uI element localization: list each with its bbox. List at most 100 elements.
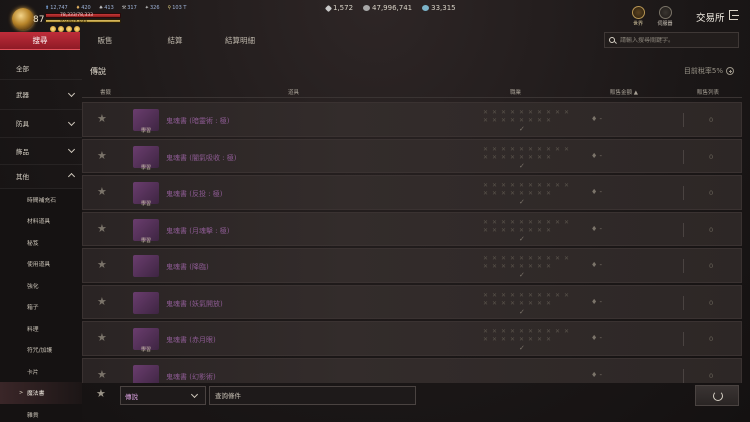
chevron-right-icon: > — [19, 389, 24, 396]
grade-select[interactable]: 傳說 — [120, 386, 206, 405]
class-icon: ✕ — [519, 328, 525, 335]
sidebar-subitem[interactable]: 強化 — [0, 274, 82, 296]
sidebar-item-weapon[interactable]: 武器 — [0, 80, 82, 110]
listing-count: 0 — [709, 116, 714, 124]
class-icon: ✕ — [501, 190, 507, 197]
class-icon: ✕ — [555, 328, 561, 335]
class-icon: ✕ — [492, 153, 498, 161]
sidebar-subitem-active[interactable]: > 魔法書 — [0, 382, 82, 404]
sidebar-item-label: 武器 — [16, 91, 29, 99]
level-emblem-icon — [12, 8, 34, 30]
sidebar-subitem[interactable]: 符咒/加護 — [0, 339, 82, 361]
sidebar-item-armor[interactable]: 防具 — [0, 110, 82, 138]
class-icon: ✕ — [510, 291, 516, 299]
class-icons: ✕ ✕ ✕ ✕ ✕ ✕ ✕ ✕ ✕ ✕ ✕ ✕ ✕ ✕ ✕ ✕ ✕ ✕ — [483, 183, 578, 197]
sidebar-subitem[interactable]: 卡片 — [0, 360, 82, 382]
price-cell: ♦ - — [591, 261, 603, 269]
info-plus-icon[interactable] — [726, 67, 734, 75]
world-button[interactable]: 世界 — [629, 6, 647, 30]
listing-count: 0 — [709, 225, 714, 234]
class-icon: ✕ — [492, 255, 498, 262]
class-icon: ✕ — [501, 145, 507, 153]
exit-icon[interactable] — [729, 10, 739, 20]
star-icon[interactable]: ★ — [97, 149, 107, 162]
sidebar-subitem[interactable]: 箱子 — [0, 296, 82, 318]
server-button[interactable]: 伺服器 — [654, 6, 676, 30]
tab-sell[interactable]: 販售 — [80, 32, 130, 50]
sidebar-subitem[interactable]: 使用道具 — [0, 253, 82, 275]
table-row[interactable]: ★ 學習 鬼魂書 (赤月眼) ✕ ✕ ✕ ✕ ✕ ✕ ✕ ✕ ✕ ✕ ✕ ✕ ✕ ✕ ✕ ✕ ✕ ✕ ✓ ♦ -… — [82, 321, 742, 356]
class-icon: ✕ — [537, 328, 543, 335]
price-cell: ♦ - — [591, 115, 603, 123]
star-icon[interactable]: ★ — [97, 185, 107, 198]
sidebar-subitem[interactable]: 時間補充石 — [0, 188, 82, 210]
class-icon: ✕ — [537, 109, 543, 116]
class-icon: ✕ — [564, 109, 570, 116]
class-icon: ✕ — [537, 291, 543, 299]
column-header-class[interactable]: 職業 — [510, 88, 521, 96]
column-header-bookmark[interactable]: 書籤 — [100, 88, 111, 96]
sidebar-subitem[interactable]: 秘笈 — [0, 231, 82, 253]
table-row[interactable]: ★ 鬼魂書 (降臨) ✕ ✕ ✕ ✕ ✕ ✕ ✕ ✕ ✕ ✕ ✕ ✕ ✕ ✕ ✕ ✕ ✕ ✕ ✓ ♦ - 0 — [82, 248, 742, 283]
price-cell: ♦ - — [591, 151, 603, 160]
class-icon: ✕ — [501, 226, 507, 234]
class-icon: ✕ — [492, 145, 498, 153]
book-label: 學習 — [141, 128, 152, 134]
table-row[interactable]: ★ 學習 鬼魂書 (月魂擊 : 極) ✕ ✕ ✕ ✕ ✕ ✕ ✕ ✕ ✕ ✕ ✕ ✕ ✕ ✕ ✕ ✕ ✕ ✕ ✓… — [82, 211, 742, 246]
star-icon[interactable]: ★ — [97, 331, 107, 344]
class-icon: ✕ — [546, 328, 552, 335]
favorites-filter-star-icon[interactable]: ★ — [96, 387, 106, 400]
tab-search[interactable]: 搜尋 — [0, 32, 80, 50]
price-cell: ♦ - — [591, 188, 603, 196]
mp-text: 9,034/9,034 — [60, 18, 88, 24]
search-box[interactable] — [604, 32, 739, 48]
tab-settle[interactable]: 結算 — [130, 32, 220, 50]
column-header-listings[interactable]: 販售列表 — [697, 88, 719, 96]
query-condition-input[interactable] — [209, 386, 416, 405]
class-icon: ✕ — [483, 291, 489, 299]
class-icon: ✕ — [537, 255, 543, 262]
column-header-item[interactable]: 道具 — [288, 88, 299, 96]
refresh-button[interactable] — [695, 385, 739, 406]
class-icon: ✕ — [537, 117, 543, 124]
tab-settle-detail[interactable]: 結算明細 — [220, 32, 260, 50]
class-icon: ✕ — [510, 190, 516, 197]
book-label: 學習 — [141, 201, 152, 207]
table-row[interactable]: ★ 鬼魂書 (妖氣開放) ✕ ✕ ✕ ✕ ✕ ✕ ✕ ✕ ✕ ✕ ✕ ✕ ✕ ✕ ✕ ✕ ✕ ✕ ✓ ♦ - 0 — [82, 284, 742, 319]
star-icon[interactable]: ★ — [97, 295, 107, 308]
star-icon[interactable]: ★ — [97, 112, 107, 125]
class-icon: ✕ — [483, 218, 489, 226]
page-title: 交易所 — [696, 13, 725, 24]
table-row[interactable]: ★ 學習 鬼魂書 (反投 : 極) ✕ ✕ ✕ ✕ ✕ ✕ ✕ ✕ ✕ ✕ ✕ ✕ ✕ ✕ ✕ ✕ ✕ ✕ ✓ … — [82, 175, 742, 210]
star-icon[interactable]: ★ — [97, 368, 107, 381]
table-row[interactable]: ★ 學習 鬼魂書 (暗靈術 : 極) ✕ ✕ ✕ ✕ ✕ ✕ ✕ ✕ ✕ ✕ ✕ ✕ ✕ ✕ ✕ ✕ ✕ ✕ ✓… — [82, 102, 742, 137]
stat-0: ⬆ 12,747 — [45, 5, 68, 11]
class-icon: ✕ — [519, 299, 525, 307]
sidebar-item-label: 飾品 — [16, 147, 29, 156]
column-header-price[interactable]: 販售金額 ▲ — [610, 88, 638, 96]
class-icon: ✕ — [483, 153, 489, 161]
table-row[interactable]: ★ 學習 鬼魂書 (闇氣吸收 : 極) ✕ ✕ ✕ ✕ ✕ ✕ ✕ ✕ ✕ ✕ ✕ ✕ ✕ ✕ ✕ ✕ ✕ ✕ … — [82, 138, 742, 173]
class-icon: ✕ — [528, 117, 534, 124]
star-icon[interactable]: ★ — [97, 222, 107, 235]
sidebar-subitem[interactable]: 材料道具 — [0, 210, 82, 232]
sidebar-item-all[interactable]: 全部 — [0, 58, 82, 80]
class-icon: ✕ — [519, 291, 525, 299]
class-icon: ✕ — [492, 117, 498, 124]
chevron-down-icon — [190, 390, 199, 399]
sidebar-item-other[interactable]: 其他 — [0, 165, 82, 189]
grade-select-value: 傳說 — [125, 392, 138, 401]
class-icon: ✕ — [564, 182, 570, 189]
sidebar-subitem[interactable]: 雜貨 — [0, 403, 82, 422]
class-icon: ✕ — [501, 299, 507, 307]
sidebar-subitem[interactable]: 料理 — [0, 317, 82, 339]
item-name: 鬼魂書 (反投 : 極) — [166, 190, 223, 198]
search-input[interactable] — [620, 36, 730, 44]
class-icon: ✕ — [501, 117, 507, 124]
class-icon: ✕ — [528, 336, 534, 343]
class-icon: ✕ — [501, 291, 507, 299]
star-icon[interactable]: ★ — [97, 258, 107, 271]
sidebar-item-accessory[interactable]: 飾品 — [0, 138, 82, 165]
table-row[interactable]: ★ 鬼魂書 (幻影術) ♦ - 0 — [82, 357, 742, 383]
class-icon: ✕ — [510, 109, 516, 116]
